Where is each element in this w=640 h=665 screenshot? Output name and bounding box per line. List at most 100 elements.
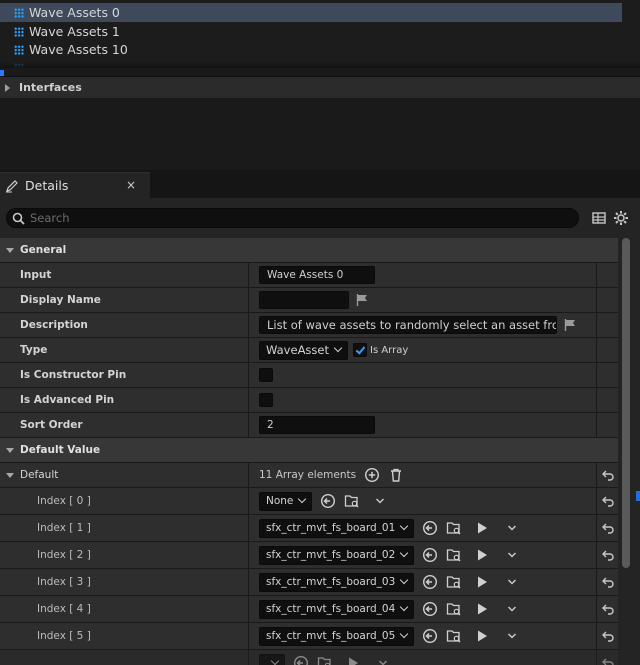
play-icon[interactable]	[474, 547, 490, 563]
array-element-row-partial	[0, 650, 618, 665]
category-default-value[interactable]: Default Value	[0, 438, 618, 463]
collapse-arrow-icon	[6, 247, 14, 253]
pencil-icon	[6, 179, 18, 192]
asset-value: sfx_ctr_mvt_fs_board_02	[266, 549, 396, 561]
asset-dropdown[interactable]: sfx_ctr_mvt_fs_board_01	[259, 518, 415, 538]
localization-flag-icon[interactable]	[355, 293, 369, 307]
reset-element-icon[interactable]	[596, 488, 618, 514]
search-icon	[12, 212, 25, 225]
add-element-icon[interactable]	[364, 467, 380, 483]
chevron-down-icon[interactable]	[504, 601, 520, 617]
scrollbar-thumb[interactable]	[622, 238, 630, 568]
trash-icon[interactable]	[388, 467, 404, 483]
asset-dropdown[interactable]: sfx_ctr_mvt_fs_board_03	[259, 572, 415, 592]
variable-label: Wave Assets 10	[29, 42, 128, 57]
display-name-field[interactable]	[259, 291, 349, 309]
property-value: Wave Assets 0	[248, 263, 595, 287]
category-header: Default Value	[0, 438, 618, 462]
browse-folder-icon[interactable]	[446, 520, 462, 536]
chevron-down-icon[interactable]	[504, 574, 520, 590]
interfaces-section-header[interactable]: Interfaces	[0, 76, 640, 98]
use-selected-icon[interactable]	[422, 574, 438, 590]
chevron-down-icon[interactable]	[504, 628, 520, 644]
reset-arrow-icon	[601, 496, 614, 507]
property-name[interactable]: Default	[0, 463, 247, 487]
use-selected-icon[interactable]	[293, 655, 309, 665]
use-selected-icon[interactable]	[422, 547, 438, 563]
browse-folder-icon[interactable]	[317, 655, 333, 665]
property-row-advanced-pin: Is Advanced Pin	[0, 388, 618, 413]
category-general[interactable]: General	[0, 238, 618, 263]
play-icon[interactable]	[345, 655, 361, 665]
asset-dropdown[interactable]: None	[259, 491, 313, 511]
asset-dropdown[interactable]	[259, 653, 285, 665]
chevron-down-icon[interactable]	[504, 520, 520, 536]
constructor-pin-checkbox[interactable]	[259, 368, 273, 382]
localization-flag-icon[interactable]	[563, 318, 577, 332]
property-value: 11 Array elements	[248, 463, 595, 487]
reset-element-icon[interactable]	[596, 569, 618, 595]
close-icon[interactable]: ×	[126, 178, 136, 192]
input-name-field[interactable]: Wave Assets 0	[259, 266, 375, 284]
chevron-down-icon[interactable]	[375, 655, 391, 665]
array-element-row-3: Index [ 3 ] sfx_ctr_mvt_fs_board_03	[0, 569, 618, 596]
play-icon[interactable]	[474, 520, 490, 536]
chevron-down-icon[interactable]	[372, 493, 388, 509]
use-selected-icon[interactable]	[422, 520, 438, 536]
search-input[interactable]	[30, 211, 550, 225]
array-element-row-2: Index [ 2 ] sfx_ctr_mvt_fs_board_02	[0, 542, 618, 569]
browse-folder-icon[interactable]	[446, 547, 462, 563]
asset-dropdown[interactable]: sfx_ctr_mvt_fs_board_04	[259, 599, 415, 619]
reset-arrow-icon	[601, 604, 614, 615]
array-index-label	[0, 650, 247, 665]
asset-dropdown[interactable]: sfx_ctr_mvt_fs_board_02	[259, 545, 415, 565]
property-value	[248, 363, 595, 387]
browse-folder-icon[interactable]	[344, 493, 360, 509]
play-icon[interactable]	[474, 601, 490, 617]
reset-element-icon[interactable]	[596, 596, 618, 622]
description-field[interactable]: List of wave assets to randomly select a…	[259, 316, 557, 334]
property-row-input: Input Wave Assets 0	[0, 263, 618, 288]
property-name: Type	[20, 344, 48, 356]
asset-value: sfx_ctr_mvt_fs_board_05	[266, 630, 396, 642]
type-dropdown[interactable]: WaveAsset	[259, 340, 348, 360]
variable-item-wave-assets-10[interactable]: Wave Assets 10	[0, 40, 622, 59]
variable-item-wave-assets-1[interactable]: Wave Assets 1	[0, 22, 622, 41]
browse-folder-icon[interactable]	[446, 628, 462, 644]
reset-cell	[596, 263, 618, 287]
use-selected-icon[interactable]	[422, 601, 438, 617]
reset-element-icon[interactable]	[596, 650, 618, 665]
table-view-icon[interactable]	[591, 210, 607, 226]
use-selected-icon[interactable]	[422, 628, 438, 644]
reset-arrow-icon	[601, 550, 614, 561]
array-element-row-5: Index [ 5 ] sfx_ctr_mvt_fs_board_05	[0, 623, 618, 650]
property-row-display-name: Display Name	[0, 288, 618, 313]
asset-dropdown[interactable]: sfx_ctr_mvt_fs_board_05	[259, 626, 415, 646]
search-box[interactable]	[6, 208, 579, 228]
reset-element-icon[interactable]	[596, 515, 618, 541]
advanced-pin-checkbox[interactable]	[259, 393, 273, 407]
variable-label: Wave Assets 0	[29, 5, 120, 20]
array-index-label: Index [ 3 ]	[37, 576, 91, 588]
chevron-down-icon[interactable]	[504, 547, 520, 563]
play-icon[interactable]	[474, 628, 490, 644]
reset-element-icon[interactable]	[596, 623, 618, 649]
reset-arrow-icon	[601, 577, 614, 588]
property-value: None	[248, 488, 595, 514]
gear-icon[interactable]	[613, 210, 629, 226]
reset-element-icon[interactable]	[596, 542, 618, 568]
play-icon[interactable]	[474, 574, 490, 590]
is-array-checkbox[interactable]	[353, 343, 367, 357]
browse-folder-icon[interactable]	[446, 574, 462, 590]
browse-folder-icon[interactable]	[446, 601, 462, 617]
use-selected-icon[interactable]	[320, 493, 336, 509]
tab-details[interactable]: Details ×	[0, 172, 150, 198]
chevron-down-icon	[298, 494, 307, 504]
variable-item-wave-assets-0[interactable]: Wave Assets 0	[0, 3, 622, 22]
property-name: Sort Order	[20, 419, 83, 431]
reset-cell	[596, 313, 618, 337]
asset-value: sfx_ctr_mvt_fs_board_03	[266, 576, 396, 588]
variable-list: Wave Assets 0 Wave Assets 1 Wave Assets …	[0, 0, 640, 68]
reset-default-icon[interactable]	[596, 463, 618, 487]
sort-order-field[interactable]: 2	[259, 416, 375, 434]
